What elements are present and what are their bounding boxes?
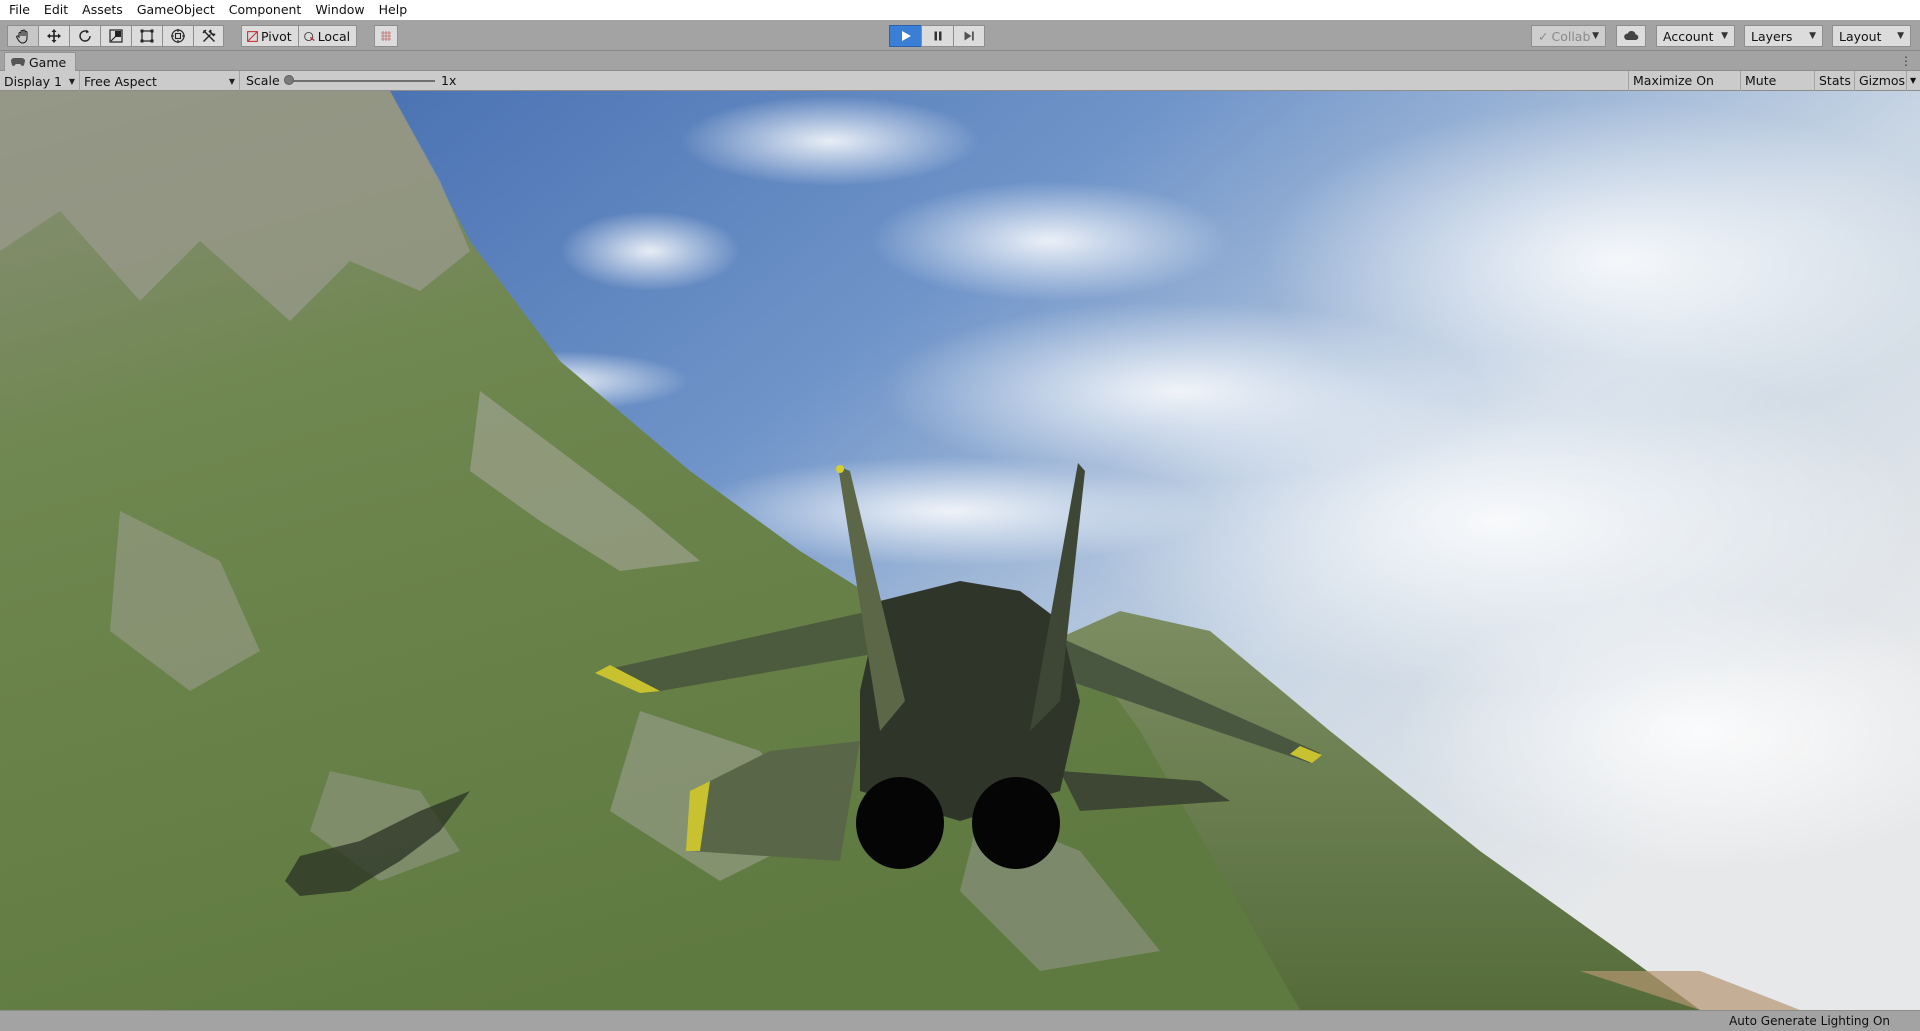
local-label: Local bbox=[317, 28, 351, 44]
game-scene bbox=[0, 91, 1920, 1010]
menu-component[interactable]: Component bbox=[224, 0, 311, 20]
rect-tool-icon bbox=[140, 29, 154, 43]
aspect-label: Free Aspect bbox=[84, 73, 157, 89]
more-options-icon[interactable]: ⋮ bbox=[1900, 54, 1912, 68]
play-icon bbox=[901, 31, 911, 41]
layers-dropdown[interactable]: Layers ▼ bbox=[1744, 25, 1823, 47]
layout-dropdown[interactable]: Layout ▼ bbox=[1832, 25, 1911, 47]
game-tab-bar: Game ⋮ bbox=[0, 51, 1920, 71]
grid-snap-group bbox=[374, 25, 398, 47]
display-dropdown[interactable]: Display 1 ▼ bbox=[0, 71, 80, 91]
grid-snapping-button[interactable] bbox=[374, 25, 398, 47]
gizmos-toggle[interactable]: Gizmos bbox=[1854, 71, 1906, 91]
local-toggle[interactable]: Local bbox=[297, 25, 358, 47]
account-dropdown[interactable]: Account ▼ bbox=[1656, 25, 1735, 47]
hand-tool-button[interactable] bbox=[7, 25, 38, 47]
scale-label: Scale bbox=[246, 73, 280, 88]
menu-file[interactable]: File bbox=[4, 0, 39, 20]
display-label: Display 1 bbox=[4, 73, 63, 89]
menu-assets[interactable]: Assets bbox=[77, 0, 132, 20]
transform-tools bbox=[7, 25, 224, 47]
pivot-toggle[interactable]: Pivot bbox=[241, 25, 298, 47]
tab-game[interactable]: Game bbox=[4, 52, 77, 71]
transform-tool-icon bbox=[171, 29, 185, 43]
handle-toggles: Pivot Local bbox=[241, 25, 358, 47]
menu-window[interactable]: Window bbox=[310, 0, 373, 20]
play-button[interactable] bbox=[889, 25, 921, 47]
transform-tool-button[interactable] bbox=[162, 25, 193, 47]
collab-dropdown[interactable]: ✓ Collab ▼ bbox=[1531, 25, 1606, 47]
aspect-dropdown[interactable]: Free Aspect ▼ bbox=[80, 71, 240, 91]
local-icon bbox=[303, 31, 315, 41]
mute-audio-toggle[interactable]: Mute Audio bbox=[1740, 71, 1814, 108]
pause-button[interactable] bbox=[921, 25, 953, 47]
pause-icon bbox=[934, 31, 941, 41]
collab-check-icon: ✓ bbox=[1538, 28, 1549, 44]
right-engine-nozzle bbox=[972, 777, 1060, 869]
account-label: Account bbox=[1663, 28, 1714, 44]
rotate-tool-button[interactable] bbox=[69, 25, 100, 47]
stats-toggle[interactable]: Stats bbox=[1814, 71, 1854, 91]
chevron-down-icon: ▼ bbox=[68, 76, 75, 86]
chevron-down-icon: ▼ bbox=[228, 76, 235, 86]
menu-help[interactable]: Help bbox=[374, 0, 417, 20]
pivot-icon bbox=[247, 30, 258, 42]
layout-label: Layout bbox=[1839, 28, 1882, 44]
menu-edit[interactable]: Edit bbox=[39, 0, 77, 20]
rect-tool-button[interactable] bbox=[131, 25, 162, 47]
game-view-toolbar: Display 1 ▼ Free Aspect ▼ Scale 1x Maxim… bbox=[0, 71, 1920, 108]
scale-slider-track[interactable] bbox=[287, 80, 435, 82]
custom-tool-button[interactable] bbox=[193, 25, 224, 47]
main-toolbar: Pivot Local ✓ Collab ▼ Account ▼ Layers … bbox=[0, 20, 1920, 51]
cloud-button[interactable] bbox=[1616, 25, 1646, 47]
layers-label: Layers bbox=[1751, 28, 1793, 44]
custom-tool-icon bbox=[202, 29, 215, 42]
scale-value: 1x bbox=[441, 73, 457, 88]
move-tool-button[interactable] bbox=[38, 25, 69, 47]
lighting-status: Auto Generate Lighting On bbox=[1729, 1014, 1890, 1028]
chevron-down-icon: ▼ bbox=[1809, 31, 1816, 41]
step-button[interactable] bbox=[953, 25, 985, 47]
menu-gameobject[interactable]: GameObject bbox=[132, 0, 224, 20]
scale-icon bbox=[109, 29, 123, 43]
grid-snap-icon bbox=[381, 31, 391, 41]
pivot-label: Pivot bbox=[261, 28, 292, 44]
chevron-down-icon: ▼ bbox=[1721, 31, 1728, 41]
maximize-on-play-toggle[interactable]: Maximize On Play bbox=[1628, 71, 1740, 108]
playmode-controls bbox=[889, 25, 985, 47]
chevron-down-icon: ▼ bbox=[1897, 31, 1904, 41]
game-viewport[interactable] bbox=[0, 91, 1920, 1010]
status-bar: Auto Generate Lighting On bbox=[0, 1010, 1920, 1031]
scale-slider-thumb[interactable] bbox=[284, 75, 294, 85]
cloud-icon bbox=[1624, 31, 1639, 40]
menu-bar: File Edit Assets GameObject Component Wi… bbox=[0, 0, 1920, 20]
collab-label: Collab bbox=[1551, 28, 1591, 44]
rotate-icon bbox=[79, 29, 91, 42]
hand-icon bbox=[16, 29, 28, 44]
step-icon bbox=[964, 31, 974, 41]
scale-tool-button[interactable] bbox=[100, 25, 131, 47]
gizmos-dropdown-icon[interactable]: ▼ bbox=[1906, 71, 1920, 91]
move-icon bbox=[47, 29, 61, 43]
gamepad-icon bbox=[11, 58, 25, 66]
game-tab-label: Game bbox=[29, 54, 67, 70]
chevron-down-icon: ▼ bbox=[1592, 31, 1599, 41]
left-engine-nozzle bbox=[856, 777, 944, 869]
